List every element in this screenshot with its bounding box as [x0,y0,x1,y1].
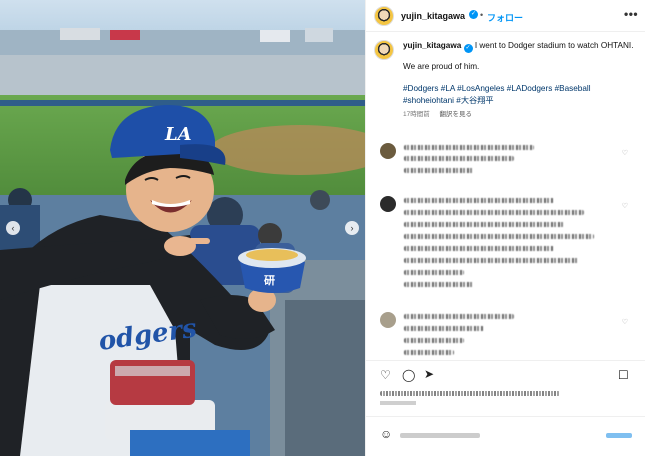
comment-like-icon[interactable]: ♡ [622,149,628,157]
more-options-icon[interactable]: ••• [624,7,638,21]
carousel-prev-button[interactable]: ‹ [6,221,20,235]
comment-avatar[interactable] [380,312,396,328]
post-side-panel: yujin_kitagawa ✓ • フォロー ••• yujin_kitaga… [365,0,645,456]
post-date-redacted [380,401,416,405]
add-comment-bar: ☺ [366,416,645,456]
post-comment-button[interactable] [606,433,632,438]
translate-link[interactable]: 翻訳を見る [440,111,473,118]
post-photo: odgers LA 研 ‹ › [0,0,365,456]
share-icon[interactable]: ➤ [424,368,434,380]
comment-avatar[interactable] [380,143,396,159]
separator-dot: • [480,10,484,20]
comment-item[interactable]: ♡ [380,196,634,292]
svg-text:LA: LA [164,124,192,145]
caption-verified-icon: ✓ [463,44,473,53]
comment-like-icon[interactable]: ♡ [622,318,628,326]
comment-icon[interactable]: ◯ [402,369,415,381]
caption-text-2: We are proud of him. [403,62,480,71]
heart-icon[interactable]: ♡ [380,369,391,381]
caption-username[interactable]: yujin_kitagawa [403,41,461,50]
stadium-photo-illustration: odgers LA 研 [0,0,365,456]
comment-item[interactable]: ♡ [380,143,634,183]
likes-count-redacted[interactable] [380,391,560,396]
bookmark-icon[interactable]: ☐ [618,369,629,381]
caption-meta: 17時間前 翻訳を見る [403,108,472,118]
caption-hashtags[interactable]: #Dodgers #LA #LosAngeles #LADodgers #Bas… [403,83,639,107]
emoji-icon[interactable]: ☺ [380,427,392,441]
caption-avatar[interactable] [374,40,394,60]
follow-button[interactable]: フォロー [487,11,523,24]
post-actions: ♡ ◯ ➤ ☐ [366,360,645,416]
comment-avatar[interactable] [380,196,396,212]
comment-item[interactable]: ♡ [380,312,634,356]
comment-like-icon[interactable]: ♡ [622,202,628,210]
chevron-right-icon: › [350,222,354,233]
avatar[interactable] [374,6,394,26]
chevron-left-icon: ‹ [11,222,15,233]
svg-text:研: 研 [264,274,275,287]
post-header: yujin_kitagawa ✓ • フォロー ••• [366,0,645,32]
caption: yujin_kitagawa ✓ I went to Dodger stadiu… [403,40,639,53]
header-username[interactable]: yujin_kitagawa [401,11,465,21]
comment-input[interactable] [400,433,480,438]
carousel-next-button[interactable]: › [345,221,359,235]
caption-text: I went to Dodger stadium to watch OHTANI… [474,41,634,50]
caption-time: 17時間前 [403,111,430,118]
verified-badge-icon: ✓ [469,10,478,19]
